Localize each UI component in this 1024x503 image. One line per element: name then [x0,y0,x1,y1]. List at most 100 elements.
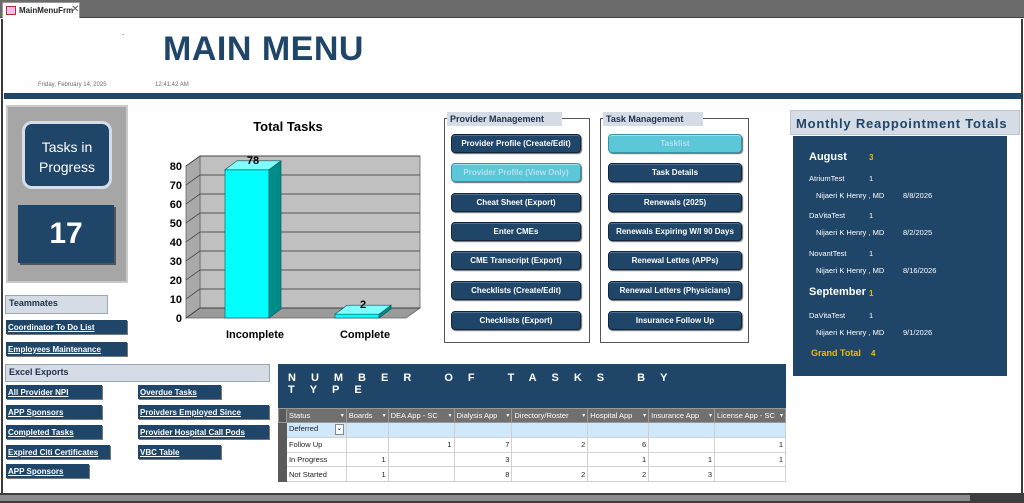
status-value: Deferred [288,424,319,434]
count-cell[interactable] [511,451,589,468]
tasks-in-progress-label-line2: Progress [38,159,96,175]
count-cell[interactable]: 1 [587,451,650,468]
column-header[interactable]: License App - SC ▾ [713,408,787,423]
link-all-provider-npi[interactable]: All Provider NPI [6,385,102,399]
column-filter-icon[interactable]: ▾ [709,412,712,419]
column-filter-icon[interactable]: ▾ [341,412,344,419]
count-cell[interactable] [345,422,389,438]
facility-name: DaVitaTest [809,211,846,220]
link-coordinator-to-do-list[interactable]: Coordinator To Do List [6,320,127,334]
tasks-in-progress-panel: Tasks in Progress 17 [6,105,128,283]
link-app-sponsors-2[interactable]: APP Sponsors [6,464,89,478]
renewals-2025-button[interactable]: Renewals (2025) [608,193,742,212]
count-cell[interactable]: 2 [511,466,589,482]
column-filter-icon[interactable]: ▾ [643,412,646,419]
column-filter-icon[interactable]: ▾ [780,412,783,419]
row-selector[interactable] [278,466,287,482]
count-cell[interactable] [387,422,455,438]
task-details-button[interactable]: Task Details [608,163,742,182]
count-cell[interactable] [453,422,513,438]
column-filter-icon[interactable]: ▾ [383,412,386,419]
cheat-sheet-export-button[interactable]: Cheat Sheet (Export) [451,193,581,212]
column-header[interactable]: Directory/Roster ▾ [511,408,589,423]
count-cell[interactable] [387,466,455,482]
column-filter-icon[interactable]: ▾ [582,412,585,419]
checklists-create-edit-button[interactable]: Checklists (Create/Edit) [451,281,581,300]
table-row[interactable]: Deferred ⌄ [278,422,787,438]
close-icon[interactable]: ✕ [71,4,79,15]
checklists-export-button[interactable]: Checklists (Export) [451,311,581,330]
column-filter-icon[interactable]: ▾ [506,412,509,419]
status-cell[interactable]: Deferred ⌄ [285,422,347,438]
table-row[interactable]: Not Started 1 8 2 2 3 [278,466,787,482]
renewal-letters-physicians-button[interactable]: Renewal Letters (Physicians) [608,281,742,300]
chart-bar-front [334,313,380,319]
provider-management-heading: Provider Management [447,112,562,126]
count-cell[interactable]: 6 [587,436,650,453]
count-cell[interactable] [648,436,715,453]
count-cell[interactable] [648,422,715,438]
cme-transcript-export-button[interactable]: CME Transcript (Export) [451,251,581,270]
row-selector[interactable] [278,451,287,468]
link-provider-hospital-call-pods[interactable]: Provider Hospital Call Pods [138,425,269,439]
reappointment-date: 9/1/2026 [903,328,933,337]
tab-main-menu-frm[interactable]: MainMenuFrm ✕ [2,2,80,18]
column-header[interactable]: Boards ▾ [345,408,389,423]
horizontal-scrollbar-thumb[interactable] [0,495,970,501]
grand-total-value: 4 [871,349,876,358]
count-cell[interactable]: 3 [648,466,715,482]
column-header[interactable]: DEA App - SC ▾ [387,408,455,423]
link-app-sponsors[interactable]: APP Sponsors [6,405,102,419]
status-cell[interactable]: Not Started [285,466,347,482]
count-cell[interactable] [587,422,650,438]
status-cell[interactable]: Follow Up [285,436,347,453]
count-cell[interactable]: 3 [453,451,513,468]
column-header[interactable]: Hospital App ▾ [587,408,650,423]
row-selector[interactable] [278,422,287,438]
tasklist-button[interactable]: Tasklist [608,134,742,153]
count-cell[interactable]: 1 [387,436,455,453]
count-cell[interactable]: 8 [453,466,513,482]
provider-name: Nijaeri K Henry , MD [816,228,885,237]
link-expired-citi-certificates[interactable]: Expired Citi Certificates [6,445,110,459]
dropdown-icon[interactable]: ⌄ [334,424,344,436]
column-header[interactable]: Dialysis App ▾ [453,408,513,423]
count-cell[interactable]: 1 [345,466,389,482]
count-cell[interactable] [387,451,455,468]
count-cell[interactable]: 2 [587,466,650,482]
count-cell[interactable]: 2 [511,436,589,453]
chart-data-label: 2 [360,299,366,311]
renewal-letters-apps-button[interactable]: Renewal Lettes (APPs) [608,251,742,270]
count-cell[interactable]: 1 [713,436,787,453]
link-overdue-tasks[interactable]: Overdue Tasks [138,385,221,399]
insurance-follow-up-button[interactable]: Insurance Follow Up [608,311,742,330]
chart-bar-side [268,160,282,319]
count-cell[interactable]: 1 [713,451,787,468]
column-header[interactable]: Status ▾ [285,408,347,423]
table-row[interactable]: Follow Up 1 7 2 6 1 [278,436,787,453]
table-row[interactable]: In Progress 1 3 1 1 1 [278,451,787,468]
enter-cmes-button[interactable]: Enter CMEs [451,222,581,241]
provider-profile-view-only-button[interactable]: Provider Profile (View Only) [451,163,581,182]
row-selector[interactable] [278,436,287,453]
tasks-in-progress-label-line1: Tasks in [41,139,93,155]
link-employees-maintenance[interactable]: Employees Maintenance [6,342,127,356]
link-providers-employed-since[interactable]: Proivders Employed Since [138,405,269,419]
count-cell[interactable] [713,466,787,482]
facility-count: 1 [869,311,874,320]
count-cell[interactable]: 1 [345,451,389,468]
count-cell[interactable] [511,422,589,438]
reappointment-date: 8/8/2026 [903,191,933,200]
link-completed-tasks[interactable]: Completed Tasks [6,425,102,439]
count-cell[interactable] [345,436,389,453]
column-header[interactable]: Insurance App ▾ [648,408,715,423]
count-cell[interactable]: 1 [648,451,715,468]
chart-data-label: 78 [247,155,259,167]
link-vbc-table[interactable]: VBC Table [138,445,221,459]
status-cell[interactable]: In Progress [285,451,347,468]
count-cell[interactable] [713,422,787,438]
provider-profile-create-edit-button[interactable]: Provider Profile (Create/Edit) [451,134,581,153]
renewals-expiring-90-days-button[interactable]: Renewals Expiring W/I 90 Days [608,222,742,241]
column-filter-icon[interactable]: ▾ [448,412,451,419]
count-cell[interactable]: 7 [453,436,513,453]
